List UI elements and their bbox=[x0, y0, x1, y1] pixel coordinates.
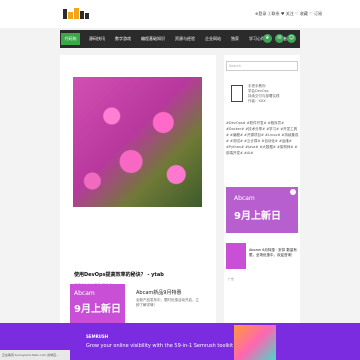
book-cover[interactable] bbox=[231, 85, 243, 102]
ad-big-label: 9月上新日 bbox=[234, 211, 281, 222]
ad-small-label: Abcam bbox=[234, 195, 255, 202]
ad-banner-right[interactable]: Abcam 9月上新日 bbox=[226, 187, 298, 233]
ad-info-icon[interactable] bbox=[290, 189, 296, 195]
site-logo[interactable] bbox=[63, 8, 89, 19]
nav-item[interactable]: 编程基础知识 bbox=[136, 30, 170, 48]
post-title[interactable]: 使用DevOps提高效率的秘诀？ - ytab bbox=[74, 271, 164, 278]
top-bar: ⊕登录 ⓢ联系 ♥ 关注 ♡ 收藏 ♡ 订阅 bbox=[0, 0, 360, 28]
nav-item[interactable]: 数字游戏 bbox=[110, 30, 136, 48]
ad-text: 全新产品发布中，限时优惠活动开启，立即了解详情！ bbox=[136, 298, 199, 307]
nav-item[interactable]: 独家 bbox=[226, 30, 244, 48]
bottom-banner-text[interactable]: Grow your online visibility with the 59-… bbox=[86, 343, 233, 349]
semrush-logo[interactable]: SEMRUSH bbox=[86, 334, 108, 339]
nav-item[interactable]: 源码快讯 bbox=[84, 30, 110, 48]
book-line: 作者：XXX bbox=[248, 99, 266, 103]
ad-card-right[interactable]: Abcam 6月特惠 · 折扣 数量有限，全场优惠中，欢迎咨询！ 广告 bbox=[226, 243, 298, 289]
leaf-icon[interactable]: ❦ bbox=[263, 34, 272, 43]
nav-item[interactable]: 资源与经验 bbox=[170, 30, 200, 48]
ad-title[interactable]: Abcam新品9月特惠 bbox=[136, 289, 181, 296]
nav-brand[interactable]: 代码狗 bbox=[61, 33, 80, 45]
tag-cloud[interactable]: #DevOps# #软件开发# #程序员# #Docker# #技术分享# #学… bbox=[226, 120, 300, 156]
post-image[interactable] bbox=[73, 77, 202, 207]
ad-big-label: 9月上新日 bbox=[74, 304, 121, 315]
wechat-icon[interactable]: ☺ bbox=[287, 34, 296, 43]
main-nav: 代码狗 源码快讯 数字游戏 编程基础知识 资源与经验 企业网站 独家 学习心得 … bbox=[60, 30, 300, 48]
status-bar: 正在等待 bunnyland.hello.com 的响应... bbox=[0, 350, 70, 360]
ad-thumbnail[interactable] bbox=[226, 243, 246, 269]
search-input[interactable]: Search bbox=[226, 61, 298, 71]
top-meta-links[interactable]: ⊕登录 ⓢ联系 ♥ 关注 ♡ 收藏 ♡ 订阅 bbox=[255, 11, 322, 17]
bottom-banner-art bbox=[234, 325, 276, 360]
ad-text[interactable]: Abcam 6月特惠 · 折扣 数量有限，全场优惠中，欢迎咨询！ bbox=[249, 248, 297, 258]
ad-small-label: Abcam bbox=[74, 290, 95, 297]
chat-icon[interactable]: ✉ bbox=[275, 34, 284, 43]
nav-item[interactable]: 企业网站 bbox=[200, 30, 226, 48]
ad-label: 广告 bbox=[228, 277, 235, 281]
